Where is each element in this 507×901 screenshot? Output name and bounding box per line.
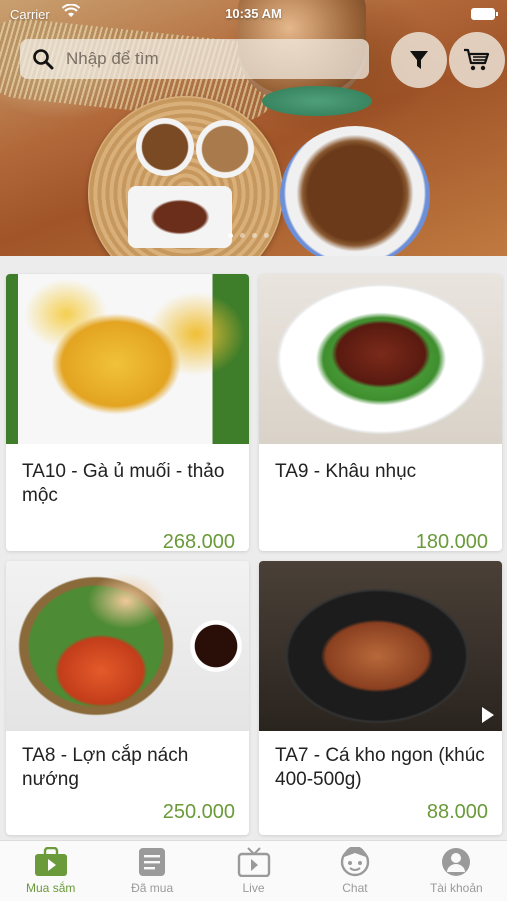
product-image: [6, 274, 249, 444]
search-icon: [33, 49, 54, 70]
product-title: TA8 - Lợn cắp nách nướng: [22, 745, 189, 790]
product-card[interactable]: TA9 - Khâu nhục 180.000: [259, 274, 502, 551]
tab-label: Đã mua: [131, 881, 174, 895]
tab-label: Tài khoản: [429, 881, 483, 895]
battery-icon: [471, 8, 498, 20]
banner-decoration: [136, 118, 194, 176]
tab-orders[interactable]: Đã mua: [101, 841, 202, 901]
tv-icon: [237, 847, 270, 877]
product-grid: TA10 - Gà ủ muối - thảo mộc 268.000 TA9 …: [0, 256, 507, 840]
chat-icon: [340, 847, 370, 877]
product-card[interactable]: TA7 - Cá kho ngon (khúc 400-500g) 88.000: [259, 561, 502, 835]
product-card[interactable]: TA8 - Lợn cắp nách nướng 250.000: [6, 561, 249, 835]
tab-label: Live: [242, 881, 265, 895]
clock: 10:35 AM: [225, 6, 282, 21]
page-dot[interactable]: [252, 233, 257, 238]
hero-banner[interactable]: Carrier 10:35 AM: [0, 0, 507, 256]
filter-icon: [410, 51, 428, 69]
search-bar[interactable]: [20, 39, 369, 79]
tab-account[interactable]: Tài khoản: [406, 841, 507, 901]
filter-button[interactable]: [391, 32, 447, 88]
product-image: [6, 561, 249, 731]
tab-live[interactable]: Live: [203, 841, 304, 901]
product-price: 88.000: [426, 801, 488, 823]
product-title: TA7 - Cá kho ngon (khúc 400-500g): [275, 745, 485, 790]
tab-chat[interactable]: Chat: [304, 841, 405, 901]
tab-label: Mua sắm: [26, 881, 76, 895]
status-bar: Carrier 10:35 AM: [0, 0, 507, 26]
product-image: [259, 561, 502, 731]
tab-label: Chat: [342, 881, 368, 895]
banner-decoration: [196, 120, 254, 178]
product-price: 250.000: [162, 801, 235, 823]
cart-button[interactable]: [449, 32, 505, 88]
product-card[interactable]: TA10 - Gà ủ muối - thảo mộc 268.000: [6, 274, 249, 551]
banner-decoration: [262, 86, 372, 116]
product-title: TA9 - Khâu nhục: [275, 461, 417, 482]
play-icon[interactable]: [482, 707, 494, 723]
product-price: 268.000: [162, 531, 235, 551]
page-dot[interactable]: [264, 233, 269, 238]
shop-icon: [34, 847, 67, 876]
product-price: 180.000: [415, 531, 488, 551]
page-dot[interactable]: [240, 233, 245, 238]
tab-shop[interactable]: Mua sắm: [0, 841, 101, 901]
banner-page-indicator[interactable]: [228, 233, 269, 238]
orders-icon: [139, 848, 166, 876]
product-image: [259, 274, 502, 444]
tab-bar: Mua sắm Đã mua Live Chat Tài khoản: [0, 840, 507, 901]
banner-decoration: [280, 126, 430, 256]
product-title: TA10 - Gà ủ muối - thảo mộc: [22, 461, 225, 506]
account-icon: [442, 848, 471, 876]
page-dot[interactable]: [228, 233, 233, 238]
cart-icon: [464, 48, 490, 71]
search-input[interactable]: [64, 48, 348, 70]
banner-decoration: [128, 186, 232, 248]
